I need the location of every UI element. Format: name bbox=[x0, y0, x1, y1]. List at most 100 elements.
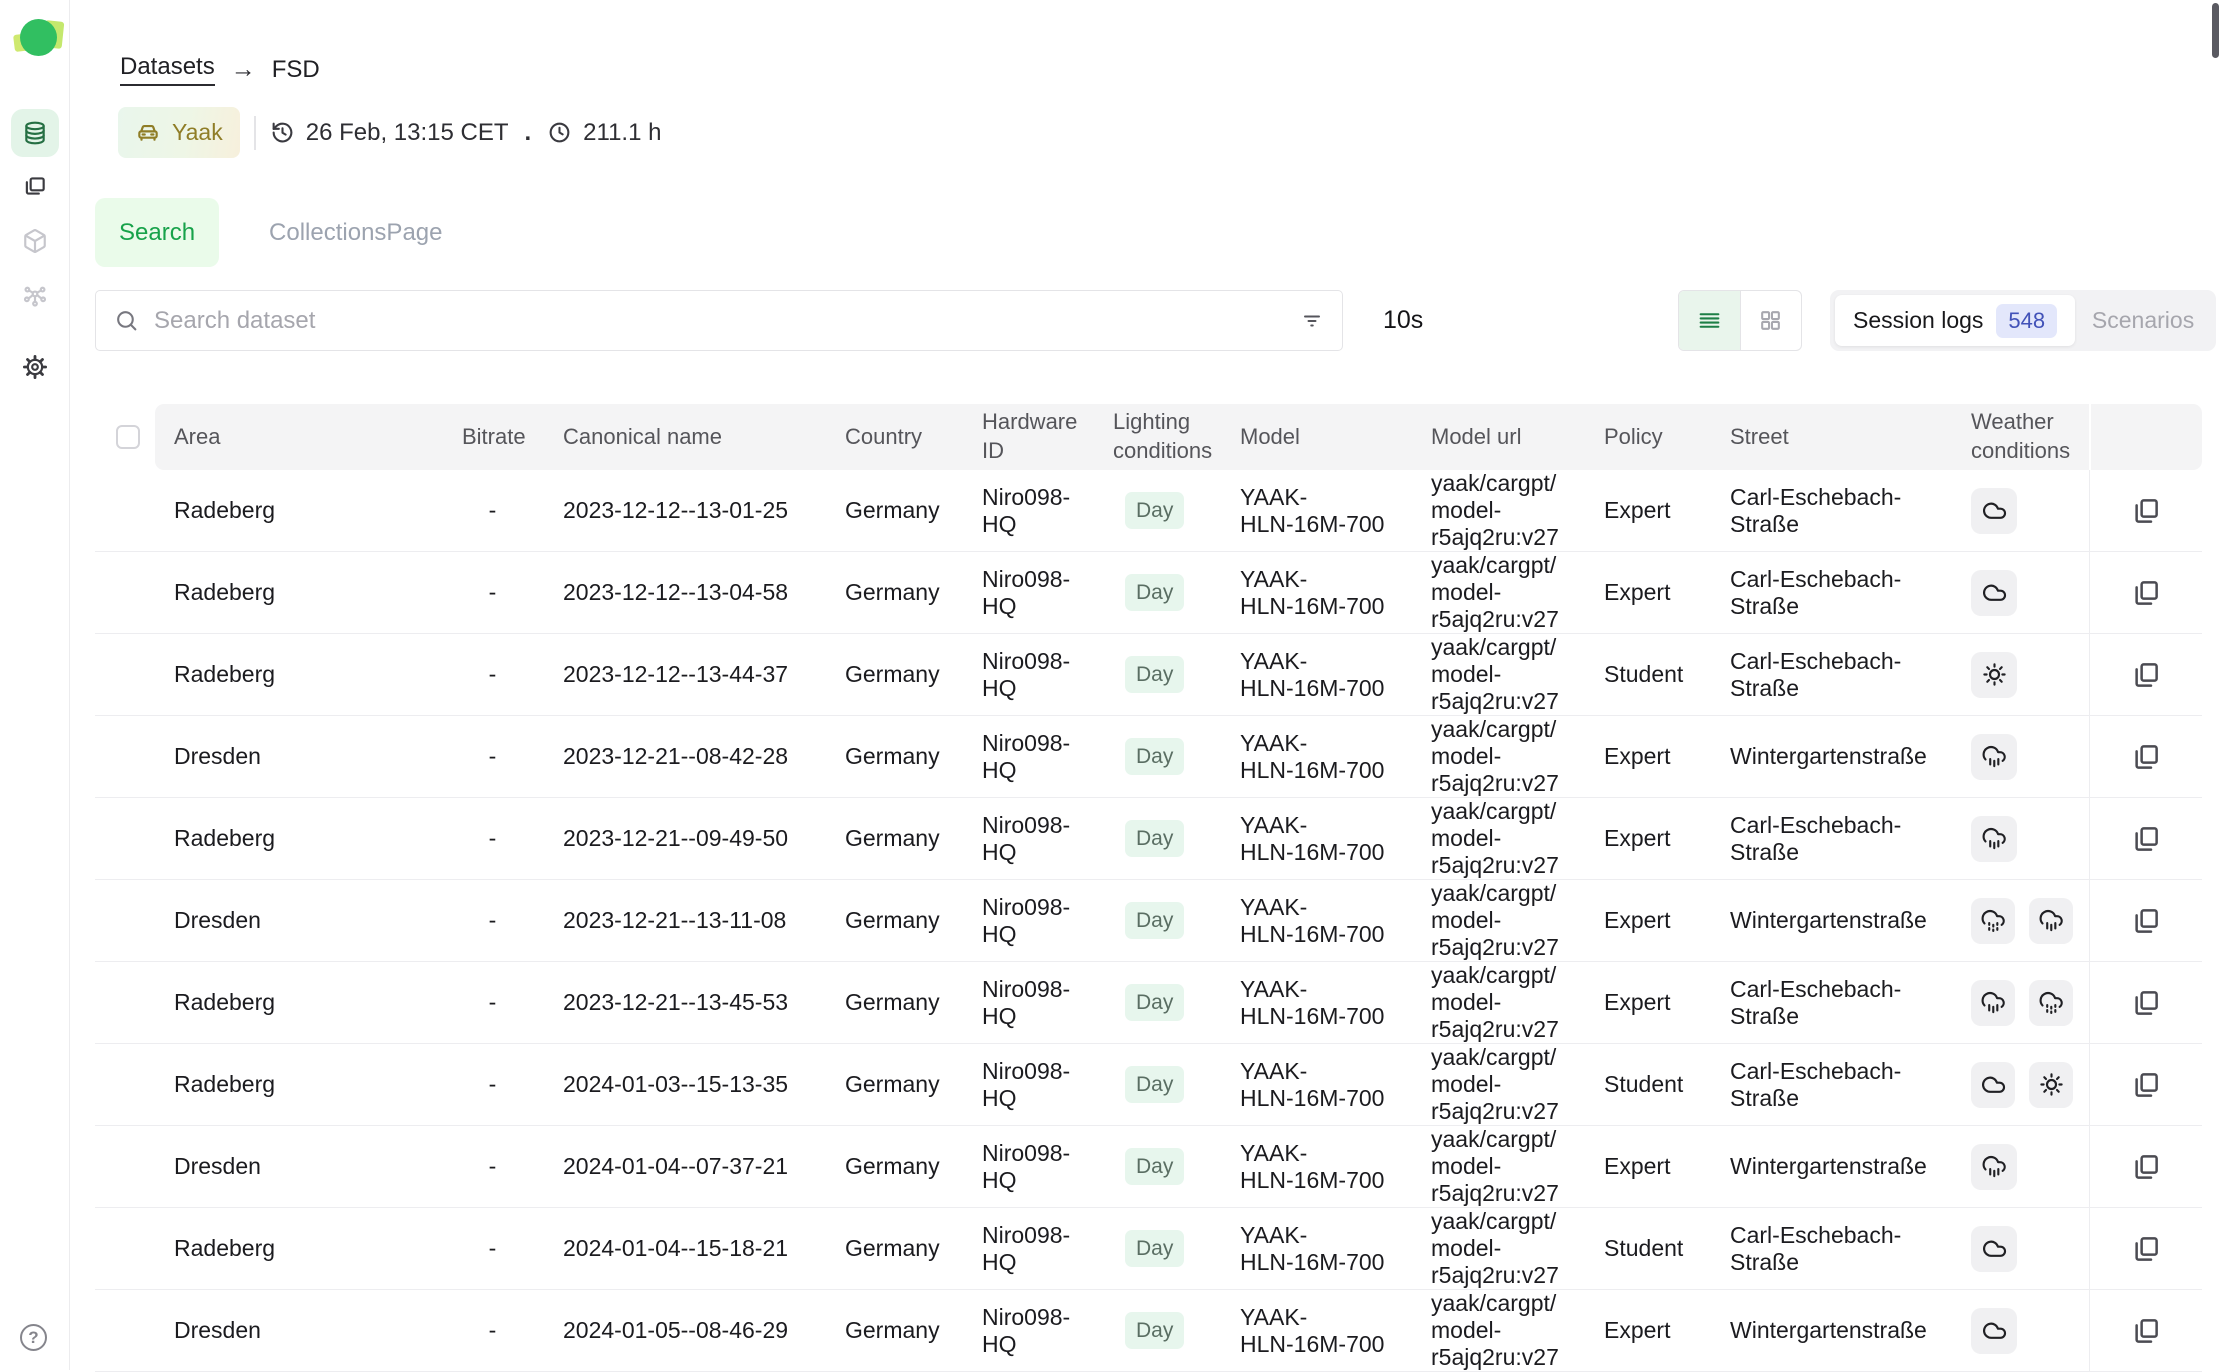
scenarios-segment[interactable]: Scenarios bbox=[2075, 295, 2211, 346]
copy-icon bbox=[2131, 1152, 2161, 1182]
cell-hardware-id: Niro098-HQ bbox=[982, 1140, 1113, 1194]
cell-area: Dresden bbox=[174, 1317, 462, 1344]
collections-folders-icon[interactable] bbox=[22, 173, 48, 199]
table-row[interactable]: Dresden-2023-12-21--13-11-08GermanyNiro0… bbox=[95, 880, 2202, 962]
cell-weather-conditions bbox=[1971, 734, 2089, 780]
session-logs-segment[interactable]: Session logs 548 bbox=[1835, 295, 2075, 346]
scrollbar-thumb[interactable] bbox=[2212, 3, 2219, 58]
breadcrumb-datasets-link[interactable]: Datasets bbox=[120, 53, 215, 86]
search-input[interactable] bbox=[154, 307, 1285, 335]
cell-bitrate: - bbox=[462, 497, 563, 524]
app-logo-icon bbox=[12, 16, 64, 62]
sidebar: ? bbox=[0, 0, 70, 1370]
cell-street: Wintergartenstraße bbox=[1730, 907, 1971, 934]
filter-icon[interactable] bbox=[1300, 309, 1324, 333]
header-cell-area: Area bbox=[174, 423, 462, 452]
total-duration-value: 211.1 h bbox=[583, 119, 661, 147]
copy-button[interactable] bbox=[2129, 1314, 2163, 1348]
tab-search[interactable]: Search bbox=[95, 198, 219, 267]
grid-view-button[interactable] bbox=[1740, 291, 1802, 350]
copy-icon bbox=[2131, 1316, 2161, 1346]
cell-actions bbox=[2089, 1314, 2202, 1348]
cell-policy: Expert bbox=[1604, 1153, 1730, 1180]
datasets-database-icon[interactable] bbox=[22, 120, 48, 146]
cell-lighting: Day bbox=[1113, 1148, 1240, 1185]
cell-weather-conditions bbox=[1971, 898, 2089, 944]
copy-icon bbox=[2131, 578, 2161, 608]
dataset-table: AreaBitrateCanonical nameCountryHardware… bbox=[95, 404, 2202, 1372]
page-title: FSD bbox=[272, 56, 320, 84]
table-row[interactable]: Radeberg-2023-12-21--13-45-53GermanyNiro… bbox=[95, 962, 2202, 1044]
copy-button[interactable] bbox=[2129, 1068, 2163, 1102]
copy-icon bbox=[2131, 1070, 2161, 1100]
cell-model: YAAK-HLN-16M-700 bbox=[1240, 812, 1431, 866]
cell-weather-conditions bbox=[1971, 1226, 2089, 1272]
cell-bitrate: - bbox=[462, 661, 563, 688]
cell-area: Dresden bbox=[174, 743, 462, 770]
cell-street: Carl-Eschebach-Straße bbox=[1730, 484, 1971, 538]
rain-icon bbox=[1971, 980, 2015, 1026]
table-row[interactable]: Radeberg-2023-12-21--09-49-50GermanyNiro… bbox=[95, 798, 2202, 880]
cell-canonical-name: 2024-01-04--15-18-21 bbox=[563, 1235, 845, 1262]
cell-model: YAAK-HLN-16M-700 bbox=[1240, 1304, 1431, 1358]
copy-icon bbox=[2131, 1234, 2161, 1264]
copy-button[interactable] bbox=[2129, 822, 2163, 856]
table-row[interactable]: Radeberg-2024-01-04--15-18-21GermanyNiro… bbox=[95, 1208, 2202, 1290]
copy-button[interactable] bbox=[2129, 576, 2163, 610]
cell-street: Carl-Eschebach-Straße bbox=[1730, 812, 1971, 866]
cell-model: YAAK-HLN-16M-700 bbox=[1240, 1140, 1431, 1194]
cell-hardware-id: Niro098-HQ bbox=[982, 976, 1113, 1030]
lighting-badge: Day bbox=[1125, 1148, 1184, 1185]
copy-button[interactable] bbox=[2129, 1150, 2163, 1184]
cell-street: Carl-Eschebach-Straße bbox=[1730, 566, 1971, 620]
grid-view-icon bbox=[1758, 308, 1783, 333]
session-logs-count-badge: 548 bbox=[1996, 304, 2057, 338]
copy-button[interactable] bbox=[2129, 904, 2163, 938]
lighting-badge: Day bbox=[1125, 1312, 1184, 1349]
settings-gear-icon[interactable] bbox=[22, 354, 48, 380]
select-all-checkbox[interactable] bbox=[116, 425, 140, 449]
cell-policy: Expert bbox=[1604, 907, 1730, 934]
cell-lighting: Day bbox=[1113, 1230, 1240, 1267]
cell-model-url: yaak/cargpt/model-r5ajq2ru:v27 bbox=[1431, 962, 1604, 1043]
table-row[interactable]: Radeberg-2023-12-12--13-44-37GermanyNiro… bbox=[95, 634, 2202, 716]
cell-weather-conditions bbox=[1971, 1308, 2089, 1354]
cell-hardware-id: Niro098-HQ bbox=[982, 812, 1113, 866]
list-view-button[interactable] bbox=[1679, 291, 1740, 350]
meta-dot: . bbox=[525, 119, 532, 147]
cell-street: Wintergartenstraße bbox=[1730, 1317, 1971, 1344]
copy-icon bbox=[2131, 742, 2161, 772]
header-cell-model-url: Model url bbox=[1431, 423, 1604, 452]
toolbar: 10s Session logs 548 Scenarios bbox=[95, 290, 2216, 351]
cell-area: Radeberg bbox=[174, 497, 462, 524]
cell-model: YAAK-HLN-16M-700 bbox=[1240, 648, 1431, 702]
table-row[interactable]: Dresden-2024-01-05--08-46-29GermanyNiro0… bbox=[95, 1290, 2202, 1372]
drizzle-icon bbox=[2029, 980, 2073, 1026]
cell-actions bbox=[2089, 986, 2202, 1020]
view-toggle bbox=[1678, 290, 1802, 351]
help-icon[interactable]: ? bbox=[20, 1324, 47, 1351]
network-graph-icon[interactable] bbox=[22, 282, 48, 308]
cell-lighting: Day bbox=[1113, 492, 1240, 529]
table-row[interactable]: Dresden-2024-01-04--07-37-21GermanyNiro0… bbox=[95, 1126, 2202, 1208]
cell-hardware-id: Niro098-HQ bbox=[982, 1058, 1113, 1112]
table-body: Radeberg-2023-12-12--13-01-25GermanyNiro… bbox=[95, 470, 2202, 1372]
cell-model-url: yaak/cargpt/model-r5ajq2ru:v27 bbox=[1431, 880, 1604, 961]
copy-button[interactable] bbox=[2129, 494, 2163, 528]
tab-collections-page[interactable]: CollectionsPage bbox=[269, 219, 442, 247]
models-cube-icon[interactable] bbox=[22, 228, 48, 254]
copy-button[interactable] bbox=[2129, 740, 2163, 774]
rain-icon bbox=[1971, 816, 2017, 862]
table-row[interactable]: Radeberg-2024-01-03--15-13-35GermanyNiro… bbox=[95, 1044, 2202, 1126]
header-cell-country: Country bbox=[845, 423, 982, 452]
table-row[interactable]: Radeberg-2023-12-12--13-04-58GermanyNiro… bbox=[95, 552, 2202, 634]
table-row[interactable]: Radeberg-2023-12-12--13-01-25GermanyNiro… bbox=[95, 470, 2202, 552]
copy-button[interactable] bbox=[2129, 986, 2163, 1020]
header-cell-model: Model bbox=[1240, 423, 1431, 452]
copy-button[interactable] bbox=[2129, 658, 2163, 692]
cell-country: Germany bbox=[845, 1153, 982, 1180]
copy-button[interactable] bbox=[2129, 1232, 2163, 1266]
table-row[interactable]: Dresden-2023-12-21--08-42-28GermanyNiro0… bbox=[95, 716, 2202, 798]
interval-label: 10s bbox=[1383, 290, 1423, 351]
cell-area: Dresden bbox=[174, 1153, 462, 1180]
